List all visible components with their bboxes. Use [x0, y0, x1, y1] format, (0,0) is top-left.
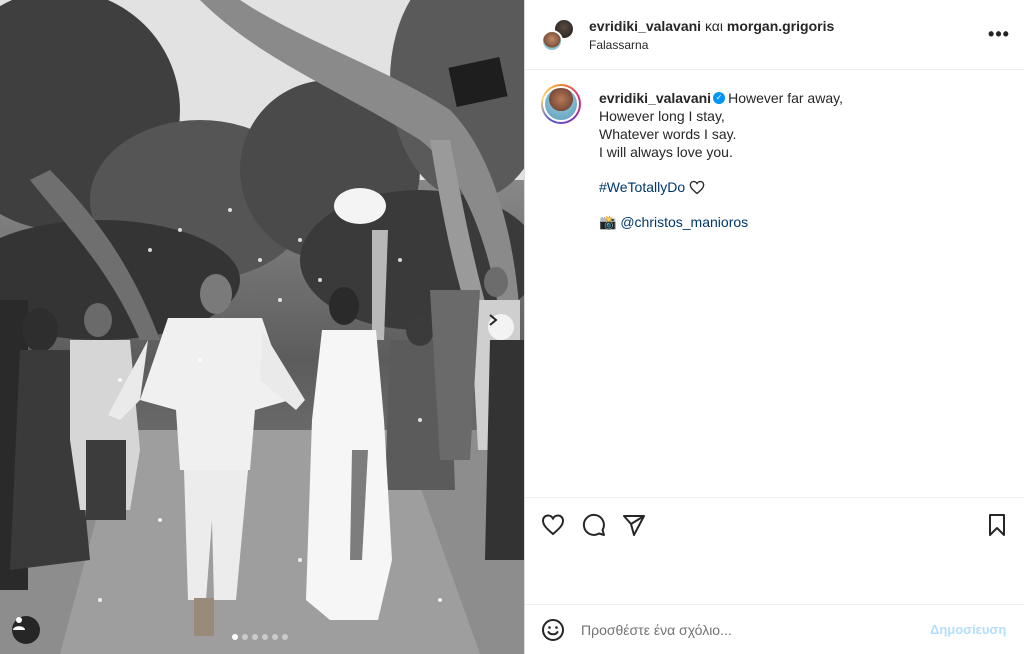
carousel-dot [272, 634, 278, 640]
post-photo[interactable] [0, 0, 524, 654]
carousel-dot [252, 634, 258, 640]
camera-emoji-icon: 📸 [599, 214, 617, 230]
conjunction-text: και [704, 18, 724, 34]
wedding-photo-illustration [0, 0, 524, 654]
location-link[interactable]: Falassarna [589, 38, 648, 52]
comment-input[interactable] [581, 620, 921, 640]
caption: evridiki_valavani ✓ However far away, Howe… [541, 84, 1011, 496]
post-authors: evridiki_valavani και morgan.grigoris [589, 18, 834, 34]
caption-avatar[interactable] [541, 84, 581, 124]
caption-text: evridiki_valavani ✓ However far away, Howe… [599, 89, 999, 231]
emoji-picker-button[interactable] [541, 618, 565, 642]
next-photo-button[interactable] [488, 314, 514, 340]
carousel-dot [282, 634, 288, 640]
comment-button[interactable] [582, 513, 606, 537]
post-header: evridiki_valavani και morgan.grigoris Fa… [525, 0, 1024, 70]
caption-username-link[interactable]: evridiki_valavani [599, 90, 711, 106]
post-dialog: evridiki_valavani και morgan.grigoris Fa… [0, 0, 1024, 654]
carousel-dots [232, 634, 288, 640]
post-details-panel: evridiki_valavani και morgan.grigoris Fa… [524, 0, 1024, 654]
carousel-dot [242, 634, 248, 640]
post-comment-button[interactable]: Δημοσίευση [930, 622, 1006, 637]
emoji-icon [542, 619, 564, 641]
verified-badge-icon: ✓ [713, 92, 726, 105]
carousel-dot-active [232, 634, 238, 640]
coauthor-username-link[interactable]: morgan.grigoris [727, 18, 834, 34]
share-button[interactable] [622, 513, 646, 537]
share-icon [623, 515, 645, 536]
more-options-button[interactable]: ••• [987, 24, 1011, 44]
comment-icon [582, 513, 605, 536]
mention-link[interactable]: @christos_manioros [620, 214, 748, 230]
carousel-dot [262, 634, 268, 640]
user-icon [13, 617, 25, 630]
tagged-users-button[interactable] [12, 616, 40, 644]
heart-icon [541, 514, 565, 536]
more-icon: ••• [988, 23, 1010, 44]
chevron-right-icon [489, 314, 498, 326]
like-button[interactable] [541, 513, 565, 537]
bookmark-icon [989, 514, 1005, 536]
save-button[interactable] [985, 513, 1009, 537]
caption-line: However far away, [728, 90, 843, 106]
collab-avatars[interactable] [541, 18, 575, 52]
caption-line: However long I stay, [599, 108, 725, 124]
author-username-link[interactable]: evridiki_valavani [589, 18, 701, 34]
hashtag-link[interactable]: #WeTotallyDo [599, 179, 685, 195]
action-bar [525, 497, 1024, 549]
caption-line: Whatever words I say. [599, 126, 737, 142]
add-comment-bar: Δημοσίευση [525, 604, 1024, 654]
white-heart-emoji-icon [689, 180, 705, 195]
caption-line: I will always love you. [599, 144, 733, 160]
avatar[interactable] [541, 30, 563, 52]
